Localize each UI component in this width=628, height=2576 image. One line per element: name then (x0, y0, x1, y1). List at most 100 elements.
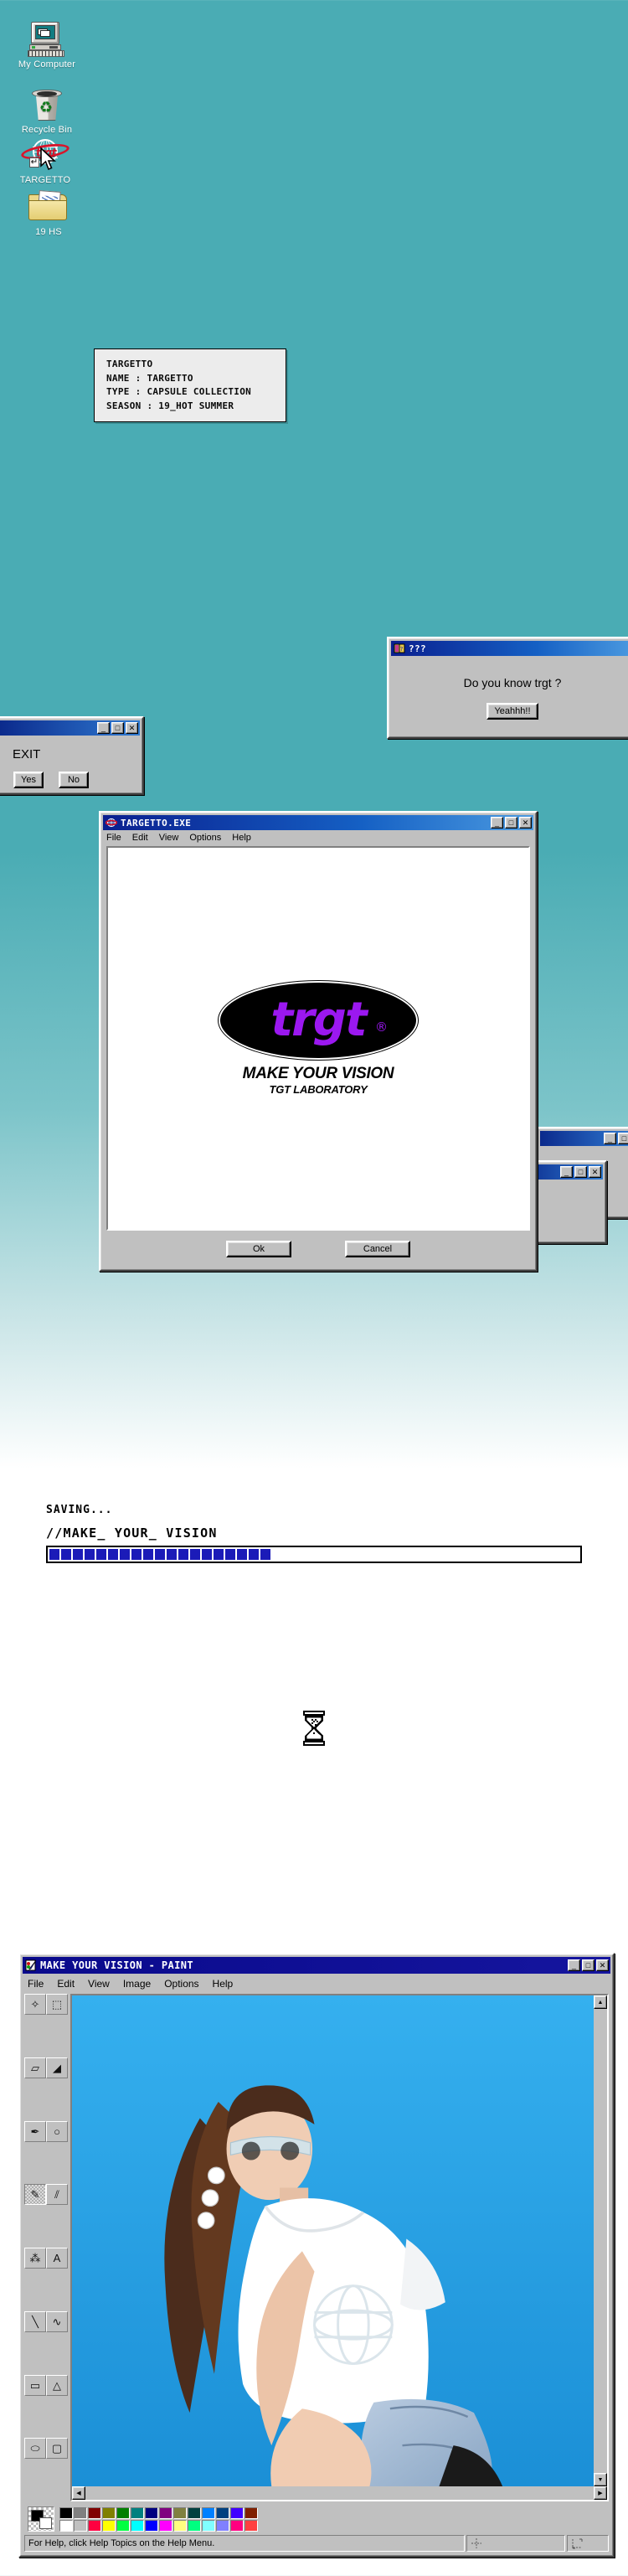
close-button[interactable]: ✕ (126, 722, 138, 734)
color-swatch[interactable] (159, 2519, 172, 2532)
tool-line[interactable]: ╲ (24, 2310, 46, 2332)
color-swatch[interactable] (59, 2506, 73, 2519)
scroll-right-arrow-icon[interactable]: ▶ (594, 2486, 607, 2500)
palette-row-2[interactable] (59, 2519, 259, 2532)
color-swatch[interactable] (88, 2519, 101, 2532)
paint-window[interactable]: MAKE YOUR VISION - PAINT _ □ ✕ File Edit… (18, 1953, 615, 2558)
minimize-button[interactable]: _ (97, 722, 110, 734)
canvas-horizontal-scrollbar[interactable]: ◀ ▶ (72, 2486, 607, 2500)
scroll-left-arrow-icon[interactable]: ◀ (72, 2486, 85, 2500)
color-swatch[interactable] (188, 2519, 201, 2532)
maximize-button[interactable]: □ (505, 817, 517, 829)
background-swatch[interactable] (39, 2517, 52, 2529)
palette-row-1[interactable] (59, 2506, 259, 2519)
yeahhh-button[interactable]: Yeahhh!! (486, 703, 538, 720)
tool-airbrush[interactable]: ⁂ (24, 2248, 46, 2269)
menu-view[interactable]: View (159, 833, 179, 843)
color-swatch[interactable] (188, 2506, 201, 2519)
tool-pencil[interactable]: ✎ (24, 2184, 46, 2206)
maximize-button[interactable]: □ (574, 1166, 587, 1178)
tool-rectangle[interactable]: ▭ (24, 2374, 46, 2396)
color-swatch[interactable] (131, 2506, 144, 2519)
paint-titlebar[interactable]: MAKE YOUR VISION - PAINT _ □ ✕ (23, 1957, 610, 1974)
color-swatch[interactable] (216, 2506, 229, 2519)
no-button[interactable]: No (59, 772, 89, 788)
targetto-exe-window[interactable]: TARGETTO.EXE _ □ ✕ File Edit View Option… (99, 811, 538, 1272)
tool-eraser[interactable]: ▱ (24, 2057, 46, 2078)
desktop-icon-recycle-bin[interactable]: ♻ Recycle Bin (8, 84, 85, 136)
menu-options[interactable]: Options (164, 1978, 198, 1990)
color-swatch[interactable] (159, 2506, 172, 2519)
minimize-button[interactable]: _ (568, 1959, 580, 1971)
ok-button[interactable]: Ok (226, 1241, 291, 1257)
color-swatch[interactable] (116, 2519, 130, 2532)
tool-polygon[interactable]: △ (46, 2374, 68, 2396)
minimize-button[interactable]: _ (560, 1166, 573, 1178)
menu-view[interactable]: View (88, 1978, 110, 1990)
question-dialog-titlebar[interactable]: ? ??? (391, 641, 628, 656)
desktop-icon-my-computer[interactable]: My Computer (8, 18, 85, 70)
close-button[interactable]: ✕ (596, 1959, 609, 1971)
color-swatch[interactable] (230, 2506, 244, 2519)
close-button[interactable]: ✕ (589, 1166, 601, 1178)
tool-text[interactable]: A (46, 2248, 68, 2269)
minimize-button[interactable]: _ (491, 817, 503, 829)
tool-rectangle-select[interactable]: ⬚ (46, 1994, 68, 2015)
menu-file[interactable]: File (106, 833, 121, 843)
canvas-vertical-scrollbar[interactable]: ▲ ▼ (594, 1995, 607, 2486)
menu-file[interactable]: File (28, 1978, 44, 1990)
question-dialog[interactable]: ? ??? Do you know trgt ? Yeahhh!! (387, 637, 628, 739)
exit-dialog[interactable]: _ □ ✕ EXIT Yes No (0, 716, 144, 795)
tool-rounded-rectangle[interactable]: ▢ (46, 2438, 68, 2460)
menu-edit[interactable]: Edit (57, 1978, 75, 1990)
scroll-up-arrow-icon[interactable]: ▲ (594, 1995, 607, 2009)
color-swatch[interactable] (145, 2506, 158, 2519)
selected-colors[interactable] (28, 2506, 54, 2532)
maximize-button[interactable]: □ (582, 1959, 595, 1971)
exit-dialog-titlebar[interactable]: _ □ ✕ (0, 720, 140, 736)
menu-edit[interactable]: Edit (132, 833, 148, 843)
menu-help[interactable]: Help (213, 1978, 234, 1990)
color-swatch[interactable] (202, 2506, 215, 2519)
color-swatch[interactable] (131, 2519, 144, 2532)
color-swatch[interactable] (245, 2506, 258, 2519)
color-swatch[interactable] (173, 2506, 187, 2519)
color-swatch[interactable] (102, 2506, 116, 2519)
color-swatch[interactable] (145, 2519, 158, 2532)
color-swatch[interactable] (59, 2519, 73, 2532)
color-swatch[interactable] (102, 2519, 116, 2532)
color-swatch[interactable] (230, 2519, 244, 2532)
color-swatch[interactable] (173, 2519, 187, 2532)
color-swatch[interactable] (245, 2519, 258, 2532)
cancel-button[interactable]: Cancel (345, 1241, 410, 1257)
close-button[interactable]: ✕ (519, 817, 532, 829)
background-window-far-titlebar[interactable]: _ □ (540, 1131, 628, 1146)
maximize-button[interactable]: □ (618, 1133, 628, 1144)
targetto-exe-menubar[interactable]: File Edit View Options Help (101, 832, 535, 844)
minimize-button[interactable]: _ (604, 1133, 616, 1144)
menu-options[interactable]: Options (189, 833, 221, 843)
scroll-down-arrow-icon[interactable]: ▼ (594, 2473, 607, 2486)
color-swatch[interactable] (74, 2519, 87, 2532)
color-swatch[interactable] (202, 2519, 215, 2532)
tool-eyedropper[interactable]: ✒ (24, 2120, 46, 2142)
targetto-exe-titlebar[interactable]: TARGETTO.EXE _ □ ✕ (103, 815, 533, 830)
color-swatch[interactable] (88, 2506, 101, 2519)
paint-toolbox[interactable]: ✧ ⬚ ▱ ◢ ✒ ○ ✎ ⫽ ⁂ A ╲ ∿ ▭ △ ⬭ ▢ (24, 1994, 68, 2501)
paint-color-palette[interactable] (21, 2501, 612, 2535)
paint-canvas-area[interactable]: ▲ ▼ ◀ ▶ (70, 1994, 609, 2501)
paint-canvas-image[interactable] (72, 1995, 594, 2486)
tool-brush[interactable]: ⫽ (46, 2184, 68, 2206)
yes-button[interactable]: Yes (13, 772, 44, 788)
maximize-button[interactable]: □ (111, 722, 124, 734)
tool-curve[interactable]: ∿ (46, 2310, 68, 2332)
color-swatch[interactable] (216, 2519, 229, 2532)
menu-help[interactable]: Help (232, 833, 251, 843)
tool-magnifier[interactable]: ○ (46, 2120, 68, 2142)
tool-fill-bucket[interactable]: ◢ (46, 2057, 68, 2078)
color-swatch[interactable] (74, 2506, 87, 2519)
desktop-icon-folder-19hs[interactable]: 19 HS (10, 186, 87, 238)
color-swatch[interactable] (116, 2506, 130, 2519)
tool-free-form-select[interactable]: ✧ (24, 1994, 46, 2015)
paint-menubar[interactable]: File Edit View Image Options Help (21, 1975, 612, 1992)
